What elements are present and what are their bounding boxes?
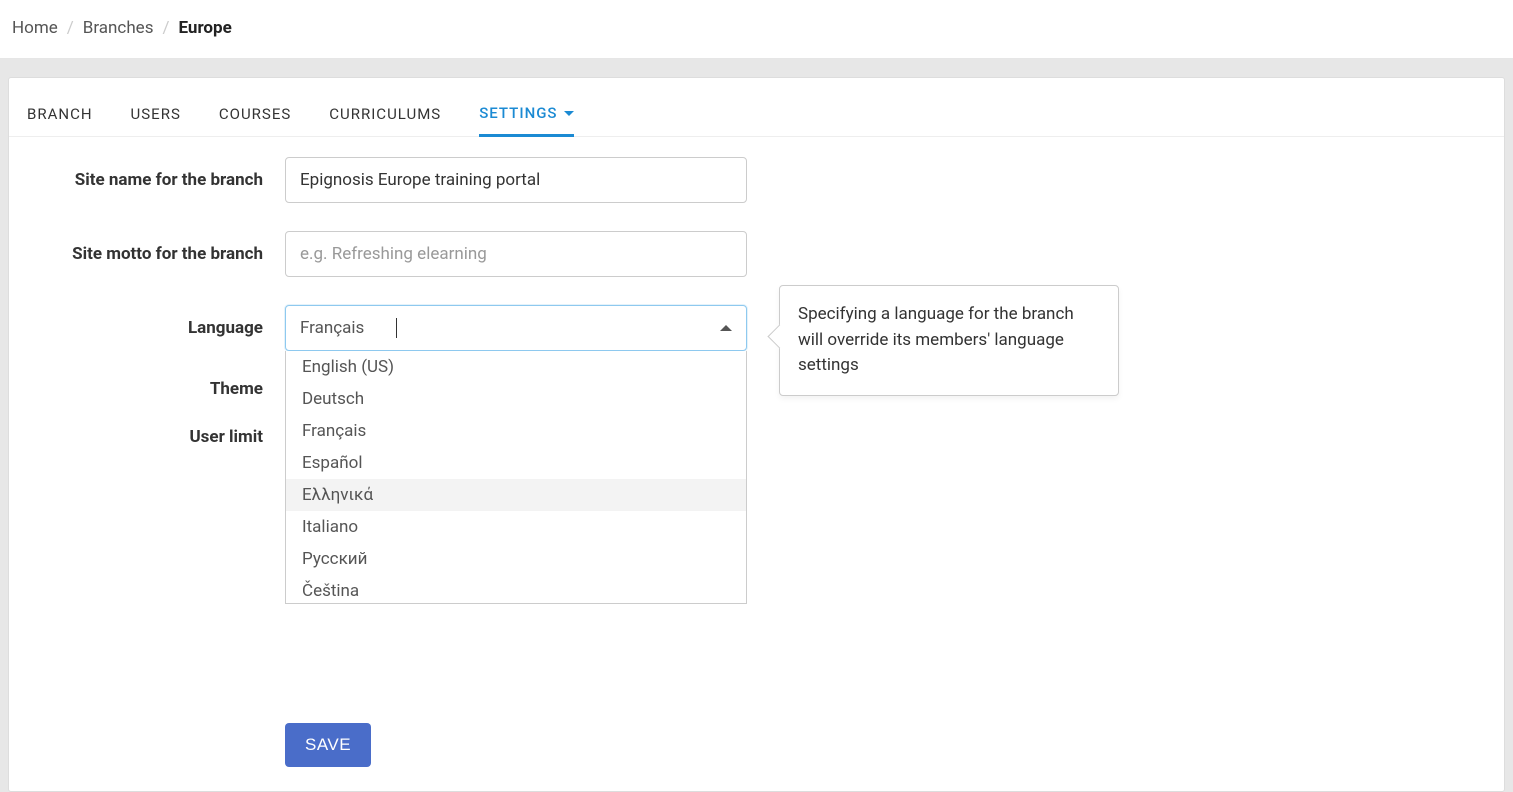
chevron-down-icon [564, 111, 574, 116]
row-language: Language Français English (US) Deutsch [25, 305, 1488, 351]
text-cursor [396, 318, 397, 338]
language-option[interactable]: Deutsch [286, 383, 746, 415]
language-option[interactable]: Français [286, 415, 746, 447]
language-dropdown: English (US) Deutsch Français Español Ελ… [285, 351, 747, 604]
row-save: SAVE [25, 723, 1488, 767]
tab-curriculums[interactable]: CURRICULUMS [329, 104, 441, 136]
save-button[interactable]: SAVE [285, 723, 371, 767]
settings-panel: BRANCH USERS COURSES CURRICULUMS SETTING… [8, 77, 1505, 792]
row-site-motto: Site motto for the branch [25, 231, 1488, 277]
language-select[interactable]: Français [285, 305, 747, 351]
breadcrumb-separator: / [162, 18, 169, 38]
breadcrumb: Home / Branches / Europe [12, 18, 1501, 38]
language-option[interactable]: Čeština [286, 575, 746, 603]
site-name-label: Site name for the branch [25, 170, 285, 190]
chevron-up-icon [720, 325, 732, 331]
tab-users[interactable]: USERS [131, 104, 181, 136]
row-user-limit: User limit [25, 427, 1488, 447]
tab-courses[interactable]: COURSES [219, 104, 291, 136]
form-area: Site name for the branch Site motto for … [9, 137, 1504, 791]
tab-settings-label: SETTINGS [479, 104, 557, 122]
tab-branch[interactable]: BRANCH [27, 104, 93, 136]
language-option[interactable]: Italiano [286, 511, 746, 543]
theme-label: Theme [25, 379, 285, 399]
language-option[interactable]: Русский [286, 543, 746, 575]
breadcrumb-bar: Home / Branches / Europe [0, 0, 1513, 59]
language-label: Language [25, 318, 285, 338]
breadcrumb-home[interactable]: Home [12, 18, 58, 38]
language-option[interactable]: Español [286, 447, 746, 479]
tab-settings[interactable]: SETTINGS [479, 104, 573, 137]
breadcrumb-separator: / [67, 18, 74, 38]
breadcrumb-branches[interactable]: Branches [83, 18, 154, 38]
site-motto-label: Site motto for the branch [25, 244, 285, 264]
breadcrumb-current: Europe [179, 18, 232, 38]
language-option[interactable]: Ελληνικά [286, 479, 746, 511]
row-site-name: Site name for the branch [25, 157, 1488, 203]
language-dropdown-scroll[interactable]: English (US) Deutsch Français Español Ελ… [286, 351, 746, 603]
site-name-input[interactable] [285, 157, 747, 203]
user-limit-label: User limit [25, 427, 285, 447]
language-select-value: Français [300, 318, 364, 338]
language-option[interactable]: English (US) [286, 351, 746, 383]
row-theme: Theme [25, 379, 1488, 399]
work-area: BRANCH USERS COURSES CURRICULUMS SETTING… [0, 59, 1513, 792]
site-motto-input[interactable] [285, 231, 747, 277]
tab-bar: BRANCH USERS COURSES CURRICULUMS SETTING… [9, 78, 1504, 137]
